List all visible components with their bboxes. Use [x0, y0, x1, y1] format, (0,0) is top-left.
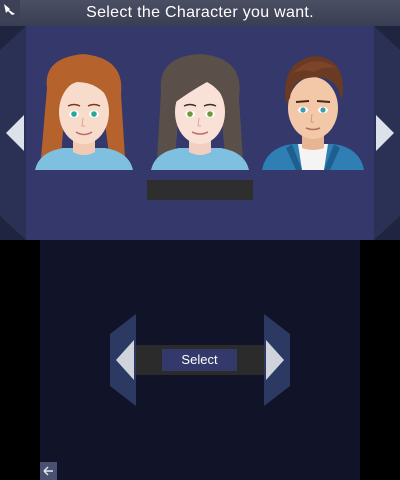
character-portrait-1[interactable]	[33, 48, 135, 170]
select-button[interactable]: Select	[162, 349, 237, 371]
next-character-button[interactable]	[264, 314, 292, 406]
character-portrait-3[interactable]	[262, 48, 364, 170]
page-title: Select the Character you want.	[86, 4, 314, 21]
character-name-box	[147, 180, 253, 200]
corner-pointer-icon	[0, 0, 20, 18]
arrow-right-icon[interactable]	[374, 113, 396, 153]
top-screen: Select the Character you want.	[0, 0, 400, 240]
character-portrait-2[interactable]	[149, 48, 251, 170]
arrow-left-icon[interactable]	[4, 113, 26, 153]
back-arrow-icon[interactable]	[40, 462, 57, 480]
previous-character-button[interactable]	[108, 314, 136, 406]
